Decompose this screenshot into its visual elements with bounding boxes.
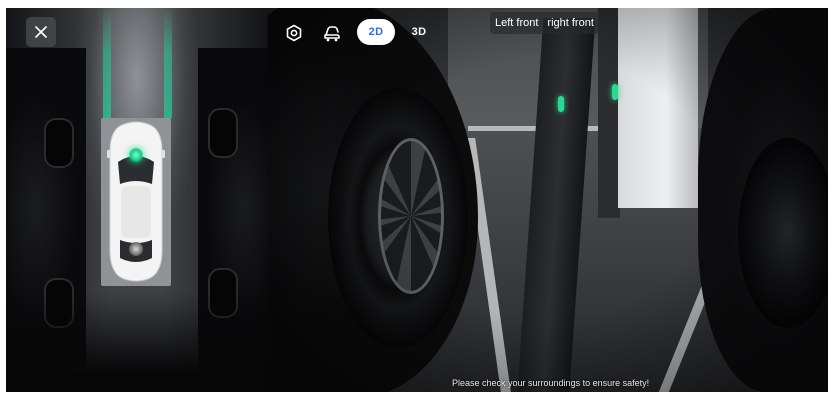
camera-selector-tabs: Left front right front [490, 12, 599, 34]
ground-shadow [6, 292, 268, 392]
surround-view-screen: 2D 3D Left front right front Please chec… [6, 8, 828, 392]
view-2d-toggle[interactable]: 2D [357, 19, 395, 45]
settings-hex-icon [286, 24, 302, 42]
camera-view-button[interactable] [319, 20, 345, 46]
camera-vignette [268, 8, 828, 392]
close-button[interactable] [26, 17, 56, 47]
settings-button[interactable] [281, 20, 307, 46]
parking-guide-line-left [103, 8, 111, 118]
parking-guide-line-right [164, 8, 172, 118]
camera-tab-right-front[interactable]: right front [547, 17, 593, 29]
safety-warning-text: Please check your surroundings to ensure… [452, 378, 650, 388]
camera-tab-left-front[interactable]: Left front [495, 17, 538, 29]
camera-feed-panel [268, 8, 828, 392]
car-camera-icon [324, 26, 340, 42]
close-icon [35, 26, 47, 38]
view-3d-toggle[interactable]: 3D [400, 19, 438, 45]
rear-sensor-indicator [129, 242, 143, 256]
birdseye-view-panel [6, 8, 268, 392]
front-sensor-indicator [129, 148, 143, 162]
ego-vehicle-icon [107, 121, 165, 282]
